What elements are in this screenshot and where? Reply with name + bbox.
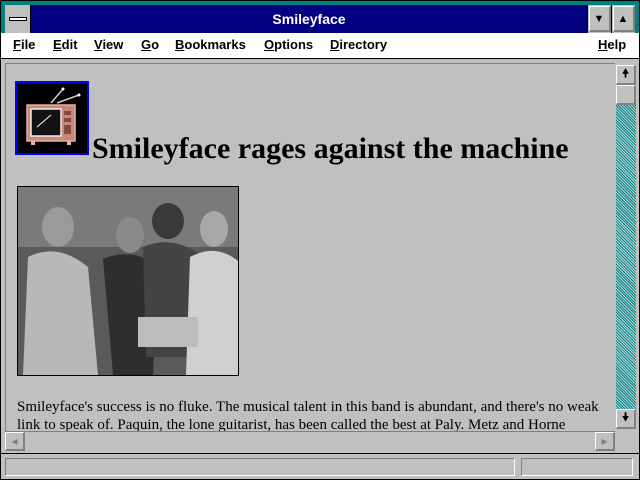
vertical-scroll-track[interactable]	[616, 85, 636, 409]
vertical-scroll-thumb[interactable]	[616, 85, 636, 105]
horizontal-scroll-track[interactable]	[25, 433, 595, 450]
maximize-icon: ▲	[617, 12, 629, 25]
minimize-icon: ▼	[593, 12, 605, 25]
scroll-down-button[interactable]: 🠟	[616, 409, 636, 429]
page-headline: Smileyface rages against the machine	[92, 132, 569, 165]
vertical-scrollbar[interactable]: 🠝 🠟	[615, 63, 637, 431]
title-bar: Smileyface ▼ ▲	[1, 1, 639, 33]
status-progress	[521, 458, 633, 476]
menu-file[interactable]: File	[13, 37, 35, 52]
scroll-left-button[interactable]: ◂	[5, 432, 25, 451]
scroll-right-button[interactable]: ▸	[595, 432, 615, 451]
page-content: Smileyface rages against the machine Smi…	[5, 63, 615, 431]
horizontal-scrollbar[interactable]: ◂ ▸	[5, 431, 615, 451]
menu-bookmarks[interactable]: Bookmarks	[175, 37, 246, 52]
browser-window: Smileyface ▼ ▲ File Edit View Go Bookmar…	[0, 0, 640, 480]
scroll-up-button[interactable]: 🠝	[616, 65, 636, 85]
menu-help[interactable]: Help	[598, 37, 626, 52]
menu-go[interactable]: Go	[141, 37, 159, 52]
arrow-left-icon: ◂	[11, 434, 18, 448]
television-icon	[15, 81, 89, 155]
menu-directory[interactable]: Directory	[330, 37, 387, 52]
window-title: Smileyface	[272, 11, 346, 27]
band-photo	[17, 186, 239, 376]
minimize-button[interactable]: ▼	[587, 5, 611, 33]
menu-edit[interactable]: Edit	[53, 37, 78, 52]
television-graphic	[17, 83, 87, 153]
arrow-up-icon: 🠝	[621, 66, 630, 80]
menu-bar: File Edit View Go Bookmarks Options Dire…	[1, 33, 639, 59]
system-menu-button[interactable]	[5, 5, 31, 33]
band-photo-graphic	[18, 187, 238, 375]
status-text	[5, 458, 515, 476]
menu-options[interactable]: Options	[264, 37, 313, 52]
arrow-down-icon: 🠟	[621, 410, 630, 424]
article-paragraph: Smileyface's success is no fluke. The mu…	[17, 399, 599, 431]
system-menu-icon	[9, 17, 27, 21]
arrow-right-icon: ▸	[601, 434, 608, 448]
status-bar	[1, 453, 639, 479]
scrollbar-corner	[615, 431, 637, 451]
menu-view[interactable]: View	[94, 37, 123, 52]
maximize-button[interactable]: ▲	[611, 5, 635, 33]
